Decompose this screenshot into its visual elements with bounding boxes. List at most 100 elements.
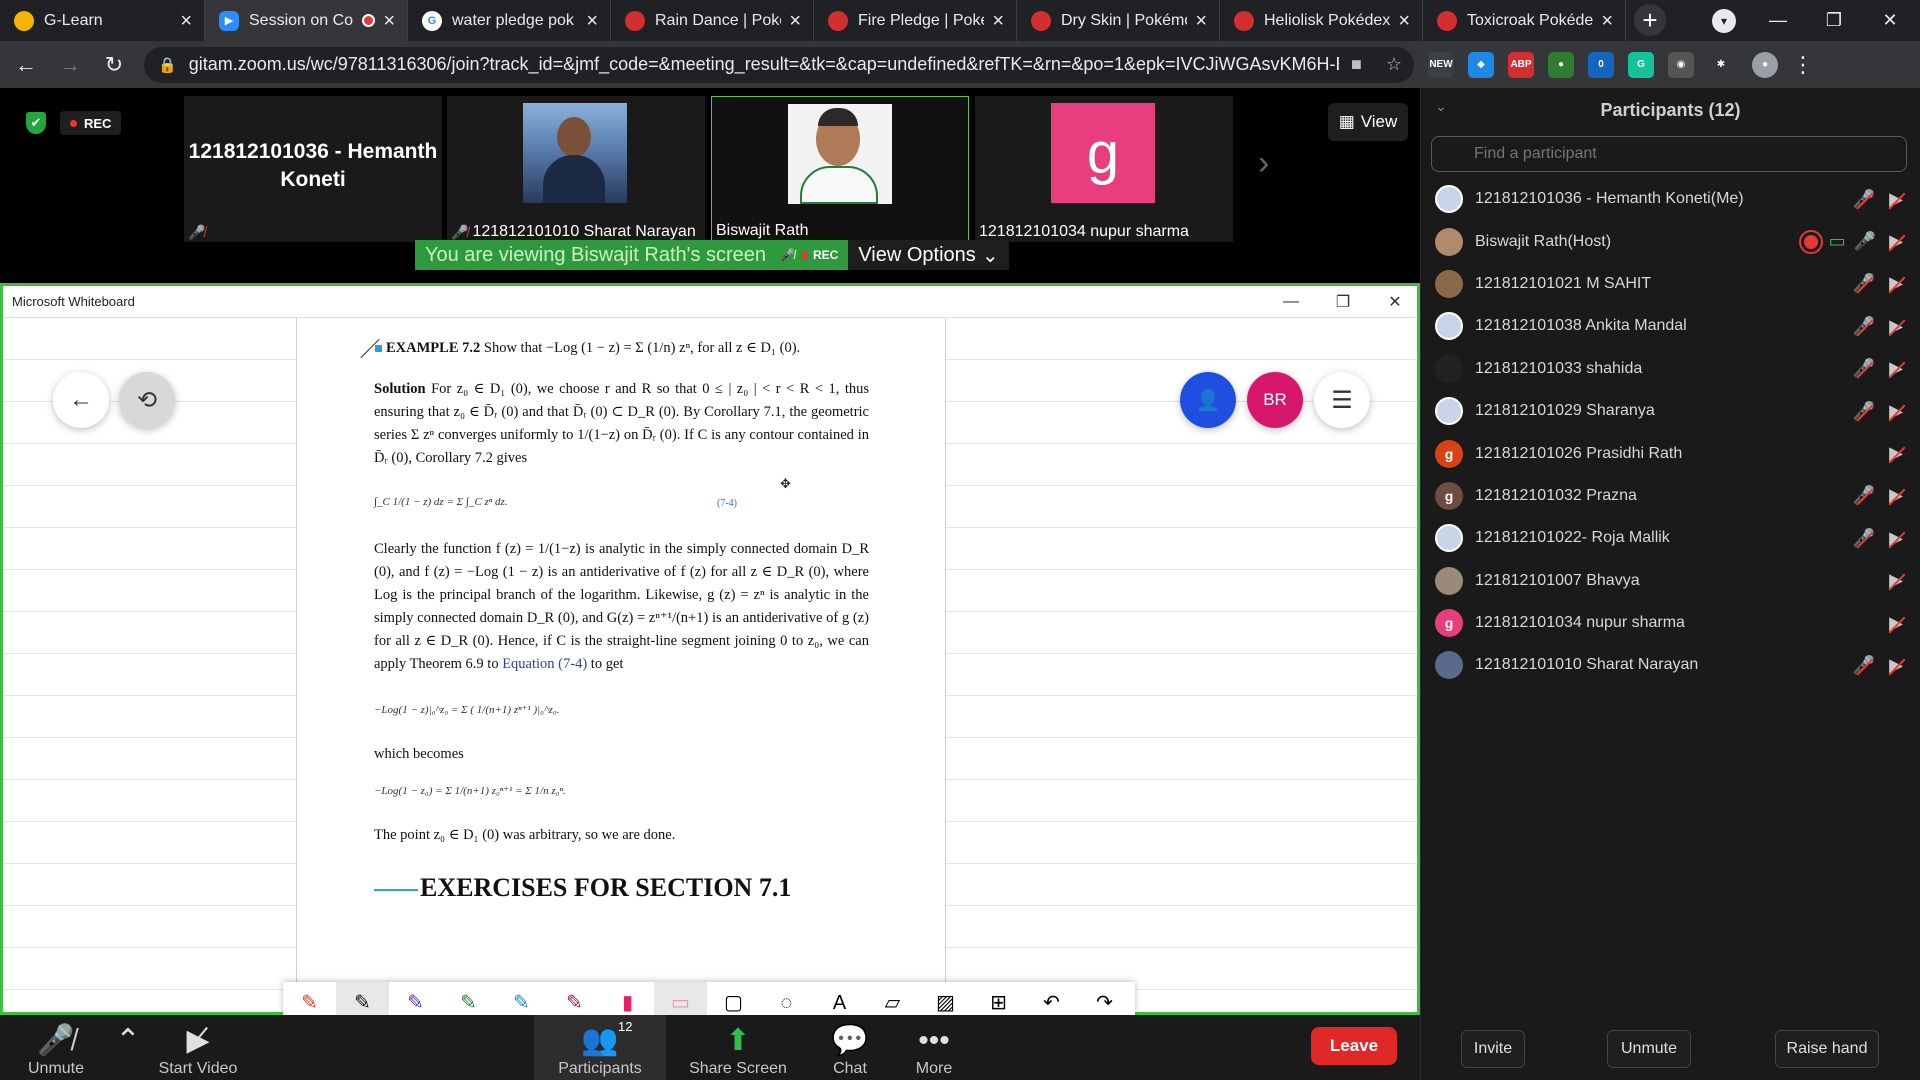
- browser-tab[interactable]: Dry Skin | Pokémo ×: [1017, 0, 1220, 41]
- browser-tab[interactable]: ▶ Session on Co ×: [205, 0, 408, 41]
- reload-icon[interactable]: ↻: [96, 47, 132, 83]
- profile-avatar[interactable]: ●: [1752, 51, 1778, 78]
- close-tab-icon[interactable]: ×: [180, 11, 192, 31]
- video-tile-sharat[interactable]: 🎤̸ 121812101010 Sharat Narayan: [447, 96, 705, 242]
- more-button[interactable]: ••• More: [894, 1015, 974, 1080]
- tile-name: 121812101010 Sharat Narayan: [472, 223, 696, 240]
- participant-row[interactable]: 121812101038 Ankita Mandal 🎤 ▶: [1421, 305, 1920, 347]
- grammarly-icon[interactable]: G: [1628, 51, 1654, 78]
- participant-row[interactable]: 121812101033 shahida 🎤 ▶: [1421, 348, 1920, 390]
- ruler-icon[interactable]: ▢: [707, 982, 760, 1015]
- note-icon[interactable]: ▱: [866, 982, 919, 1015]
- pen-red-icon[interactable]: ✎: [283, 982, 336, 1015]
- new-badge-icon[interactable]: NEW: [1428, 51, 1454, 78]
- close-tab-icon[interactable]: ×: [1398, 11, 1410, 31]
- participant-row[interactable]: 121812101029 Sharanya 🎤 ▶: [1421, 390, 1920, 432]
- highlighter-icon[interactable]: ▮: [601, 982, 654, 1015]
- close-tab-icon[interactable]: ×: [1195, 11, 1207, 31]
- invite-button[interactable]: Invite: [1461, 1030, 1525, 1068]
- lasso-icon[interactable]: ◌: [760, 982, 813, 1015]
- chevron-right-icon[interactable]: ›: [1258, 144, 1269, 183]
- browser-tab[interactable]: Toxicroak Pokéde ×: [1423, 0, 1626, 41]
- wb-minimize-icon[interactable]: —: [1276, 290, 1306, 314]
- participant-name: 121812101007 Bhavya: [1475, 571, 1640, 589]
- close-tab-icon[interactable]: ×: [1601, 11, 1613, 31]
- address-bar[interactable]: 🔒 gitam.zoom.us/wc/97811316306/join?trac…: [144, 46, 1414, 83]
- close-tab-icon[interactable]: ×: [789, 11, 801, 31]
- pen-black-icon[interactable]: ✎: [336, 982, 389, 1015]
- pen-green-icon[interactable]: ✎: [442, 982, 495, 1015]
- browser-tab[interactable]: Rain Dance | Poke ×: [611, 0, 814, 41]
- whiteboard-canvas[interactable]: EXAMPLE 7.2 Show that −Log (1 − z) = Σ (…: [3, 318, 1417, 1012]
- bookmark-star-icon[interactable]: ☆: [1386, 54, 1402, 75]
- new-tab-button[interactable]: +: [1634, 4, 1666, 36]
- participant-row[interactable]: Biswajit Rath(Host) ▭ 🎤 ▶: [1421, 220, 1920, 262]
- participant-row[interactable]: g 121812101026 Prasidhi Rath ▶: [1421, 432, 1920, 474]
- video-tile-nupur[interactable]: g 121812101034 nupur sharma: [975, 96, 1233, 242]
- pen-purple-icon[interactable]: ✎: [389, 982, 442, 1015]
- text-icon[interactable]: A: [813, 982, 866, 1015]
- browser-tab[interactable]: Gwater pledge pok ×: [408, 0, 611, 41]
- chat-button[interactable]: 💬 Chat: [810, 1015, 890, 1080]
- invite-person-icon[interactable]: 👤: [1180, 372, 1236, 428]
- browser-menu-icon[interactable]: ⋮: [1792, 52, 1814, 78]
- spy-icon[interactable]: ◉: [1668, 51, 1694, 78]
- extensions-area: NEW ◆ ABP ● 0 G ◉ ✱: [1414, 51, 1734, 78]
- puzzle-icon[interactable]: ✱: [1708, 51, 1734, 78]
- hamburger-menu-icon[interactable]: ☰: [1314, 372, 1370, 428]
- encryption-shield-icon[interactable]: ✔: [26, 112, 46, 134]
- close-tab-icon[interactable]: ×: [992, 11, 1004, 31]
- participant-search-input[interactable]: [1431, 136, 1907, 172]
- browser-tab[interactable]: Heliolisk Pokédex ×: [1220, 0, 1423, 41]
- tab-title: Rain Dance | Poke: [655, 11, 782, 29]
- participants-button[interactable]: 👥 12 Participants: [534, 1015, 666, 1080]
- audio-options-caret[interactable]: ⌃: [108, 1015, 148, 1080]
- back-arrow-icon[interactable]: ←: [8, 47, 44, 83]
- redo-icon[interactable]: ↷: [1078, 982, 1131, 1015]
- video-tile-hemanth[interactable]: 121812101036 - Hemanth Koneti 🎤̸: [184, 96, 442, 242]
- tab-search-icon[interactable]: ▾: [1712, 9, 1736, 33]
- close-tab-icon[interactable]: ×: [383, 11, 395, 31]
- participant-row[interactable]: 121812101007 Bhavya ▶: [1421, 560, 1920, 602]
- wb-restore-icon[interactable]: ❐: [1328, 290, 1358, 314]
- close-window-button[interactable]: ✕: [1862, 0, 1918, 41]
- participant-row[interactable]: 121812101021 M SAHIT 🎤 ▶: [1421, 263, 1920, 305]
- browser-tab[interactable]: G-Learn ×: [0, 0, 205, 41]
- view-button[interactable]: ▦ View: [1328, 103, 1408, 141]
- forward-arrow-icon[interactable]: →: [52, 47, 88, 83]
- restore-window-button[interactable]: ❐: [1806, 0, 1862, 41]
- pen-magenta-icon[interactable]: ✎: [548, 982, 601, 1015]
- view-options-button[interactable]: View Options ⌄: [848, 240, 1009, 270]
- participant-row[interactable]: g 121812101034 nupur sharma ▶: [1421, 602, 1920, 644]
- eraser-icon[interactable]: ▭: [654, 982, 707, 1015]
- diamond-icon[interactable]: ◆: [1468, 51, 1494, 78]
- share-screen-button[interactable]: ⬆ Share Screen: [686, 1015, 790, 1080]
- undo-icon[interactable]: ↶: [1025, 982, 1078, 1015]
- insert-icon[interactable]: ⊞: [972, 982, 1025, 1015]
- adblock-icon[interactable]: ABP: [1508, 51, 1534, 78]
- start-video-button[interactable]: ▶̸ Start Video: [150, 1015, 246, 1080]
- pen-blue-icon[interactable]: ✎: [495, 982, 548, 1015]
- participant-row[interactable]: 121812101036 - Hemanth Koneti(Me) 🎤 ▶: [1421, 178, 1920, 220]
- unmute-button[interactable]: 🎤̸ Unmute: [20, 1015, 92, 1080]
- participant-row[interactable]: 121812101010 Sharat Narayan 🎤 ▶: [1421, 644, 1920, 686]
- counter-ext-icon[interactable]: 0: [1588, 51, 1614, 78]
- grid-icon: ▦: [1338, 112, 1355, 131]
- browser-tab[interactable]: Fire Pledge | Poke ×: [814, 0, 1017, 41]
- lasso-select-icon[interactable]: ⟲: [119, 372, 175, 428]
- video-tile-biswajit[interactable]: Biswajit Rath: [711, 96, 969, 242]
- equation-link[interactable]: Equation (7-4): [502, 656, 587, 672]
- back-arrow-icon[interactable]: ←: [53, 372, 109, 428]
- wb-close-icon[interactable]: ✕: [1380, 290, 1410, 314]
- camera-blocked-icon[interactable]: ■: [1351, 54, 1362, 75]
- close-tab-icon[interactable]: ×: [586, 11, 598, 31]
- image-icon[interactable]: ▨: [919, 982, 972, 1015]
- participant-row[interactable]: 121812101022- Roja Mallik 🎤 ▶: [1421, 517, 1920, 559]
- unmute-me-button[interactable]: Unmute: [1607, 1030, 1691, 1068]
- leaf-icon[interactable]: ●: [1548, 51, 1574, 78]
- minimize-window-button[interactable]: —: [1750, 0, 1806, 41]
- raise-hand-button[interactable]: Raise hand: [1775, 1030, 1879, 1068]
- participant-row[interactable]: g 121812101032 Prazna 🎤 ▶: [1421, 475, 1920, 517]
- leave-button[interactable]: Leave: [1311, 1027, 1397, 1065]
- user-avatar[interactable]: BR: [1247, 372, 1303, 428]
